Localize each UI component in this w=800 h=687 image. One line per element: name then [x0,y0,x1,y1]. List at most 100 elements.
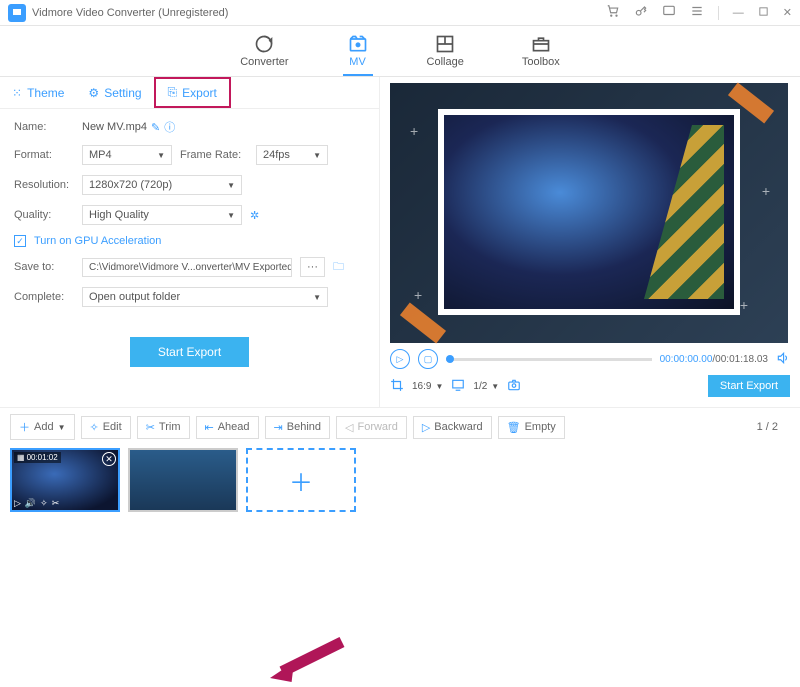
screen-icon[interactable] [451,378,465,395]
left-panel: ⁙ Theme ⚙Setting ⎘Export Name: New MV.mp4… [0,77,380,407]
format-label: Format: [14,149,74,161]
tab-label: Collage [427,56,464,68]
gpu-checkbox[interactable]: ✓ [14,235,26,247]
maximize-icon[interactable] [758,6,769,20]
chevron-down-icon: ▼ [491,382,499,391]
page-indicator: 1 / 2 [757,421,790,433]
subtab-export[interactable]: ⎘Export [154,77,231,108]
collage-icon [434,34,456,54]
forward-button[interactable]: ◁ Forward [336,416,407,439]
subtab-label: Theme [27,86,64,100]
open-folder-icon[interactable]: 🗀 [333,258,344,277]
chevron-down-icon: ▼ [58,423,66,432]
crop-icon[interactable] [390,378,404,395]
menu-icon[interactable] [690,4,704,21]
resolution-value: 1280x720 (720p) [89,179,172,191]
trash-icon: 🗑 [507,421,521,434]
volume-icon[interactable] [776,351,790,368]
volume-icon[interactable]: 🔊 [25,498,36,509]
thumbnail-add[interactable]: ＋ [246,448,356,512]
export-icon: ⎘ [168,85,178,100]
feedback-icon[interactable] [662,4,676,21]
trim-icon: ✂ [146,421,155,434]
plus-icon: ＋ [19,419,30,435]
resolution-label: Resolution: [14,179,74,191]
quality-value: High Quality [89,209,149,221]
total-time: /00:01:18.03 [712,354,768,365]
scissors-icon[interactable]: ✂ [52,498,60,509]
tab-collage[interactable]: Collage [423,34,468,76]
saveto-value: C:\Vidmore\Vidmore V...onverter\MV Expor… [89,262,292,273]
current-time: 00:00:00.00 [660,354,713,365]
thumb-tools: ▷ 🔊 ✧ ✂ [14,498,59,509]
progress-bar[interactable] [446,358,652,361]
trim-button[interactable]: ✂ Trim [137,416,190,439]
browse-button[interactable]: ··· [300,257,325,277]
star-icon[interactable]: ✧ [40,498,48,509]
thumbnail-2[interactable] [128,448,238,512]
framerate-select[interactable]: 24fps▼ [256,145,328,165]
tab-label: Converter [240,56,288,68]
complete-value: Open output folder [89,291,180,303]
converter-icon [253,34,275,54]
play-icon[interactable]: ▷ [14,498,21,509]
cart-icon[interactable] [606,4,620,21]
tab-toolbox[interactable]: Toolbox [518,34,564,76]
video-frame [444,115,734,309]
gpu-label: Turn on GPU Acceleration [34,235,161,247]
resolution-select[interactable]: 1280x720 (720p) ▼ [82,175,242,195]
stop-button[interactable]: ▢ [418,349,438,369]
edit-button[interactable]: ✧Edit [81,416,131,439]
edit-icon: ✧ [90,421,99,434]
empty-button[interactable]: 🗑Empty [498,416,565,439]
time-display: 00:00:00.00/00:01:18.03 [660,354,768,365]
tab-mv[interactable]: MV [343,34,373,76]
subtab-setting[interactable]: ⚙Setting [76,77,153,108]
tab-converter[interactable]: Converter [236,34,292,76]
main-body: ⁙ Theme ⚙Setting ⎘Export Name: New MV.mp4… [0,77,800,407]
behind-button[interactable]: ⇥Behind [265,416,330,439]
theme-icon: ⁙ [12,86,22,100]
app-logo [8,4,26,22]
zoom-select[interactable]: 1/2▼ [473,381,499,392]
start-export-button[interactable]: Start Export [130,337,249,367]
quality-select[interactable]: High Quality▼ [82,205,242,225]
export-form: Name: New MV.mp4 ✎ ⓘ Format: MP4▼ Frame … [0,109,379,377]
plus-mark: + [762,183,770,199]
play-button[interactable]: ▷ [390,349,410,369]
chevron-down-icon: ▼ [313,293,321,302]
start-export-button-2[interactable]: Start Export [708,375,790,397]
saveto-label: Save to: [14,261,74,273]
preview-area[interactable]: + + + + [390,83,788,343]
complete-select[interactable]: Open output folder ▼ [82,287,328,307]
format-select[interactable]: MP4▼ [82,145,172,165]
backward-icon: ▷ [422,421,430,434]
ahead-button[interactable]: ⇤Ahead [196,416,259,439]
add-button[interactable]: ＋Add▼ [10,414,75,440]
titlebar: Vidmore Video Converter (Unregistered) —… [0,0,800,26]
edit-name-icon[interactable]: ✎ [151,121,160,134]
key-icon[interactable] [634,4,648,21]
complete-label: Complete: [14,291,74,303]
subtab-theme[interactable]: ⁙ Theme [0,77,76,108]
thumbnail-1[interactable]: ▦00:01:02 ✕ ▷ 🔊 ✧ ✂ [10,448,120,512]
close-icon[interactable]: ✕ [783,6,792,19]
info-icon[interactable]: ⓘ [164,119,175,135]
thumb-remove-icon[interactable]: ✕ [102,452,116,466]
btn-label: Trim [159,421,181,433]
chevron-down-icon: ▼ [227,181,235,190]
minimize-icon[interactable]: — [733,7,744,19]
plus-mark: + [410,123,418,139]
snapshot-icon[interactable] [507,378,521,395]
forward-icon: ◁ [345,421,353,434]
player-controls: ▷ ▢ 00:00:00.00/00:01:18.03 [390,349,790,369]
quality-settings-icon[interactable]: ✲ [250,209,259,222]
plus-icon: ＋ [289,463,313,498]
btn-label: Forward [357,421,397,433]
ratio-select[interactable]: 16:9▼ [412,381,443,392]
backward-button[interactable]: ▷Backward [413,416,492,439]
mv-icon [347,34,369,54]
thumbnails: ▦00:01:02 ✕ ▷ 🔊 ✧ ✂ ＋ [0,444,800,516]
film-icon: ▦ [17,453,25,462]
saveto-field[interactable]: C:\Vidmore\Vidmore V...onverter\MV Expor… [82,258,292,277]
